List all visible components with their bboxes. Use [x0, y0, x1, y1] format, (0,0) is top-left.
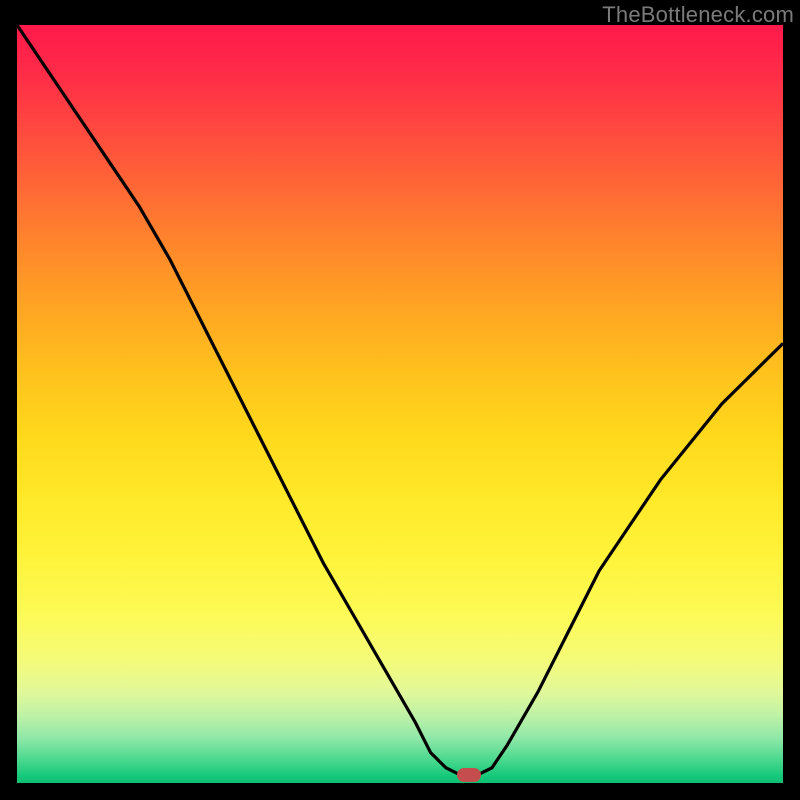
bottleneck-curve: [17, 25, 783, 783]
valley-marker: [457, 768, 481, 782]
curve-path: [17, 25, 783, 775]
plot-inner: [17, 25, 783, 783]
chart-canvas: TheBottleneck.com: [0, 0, 800, 800]
watermark-text: TheBottleneck.com: [602, 2, 794, 28]
plot-area: [17, 25, 783, 783]
